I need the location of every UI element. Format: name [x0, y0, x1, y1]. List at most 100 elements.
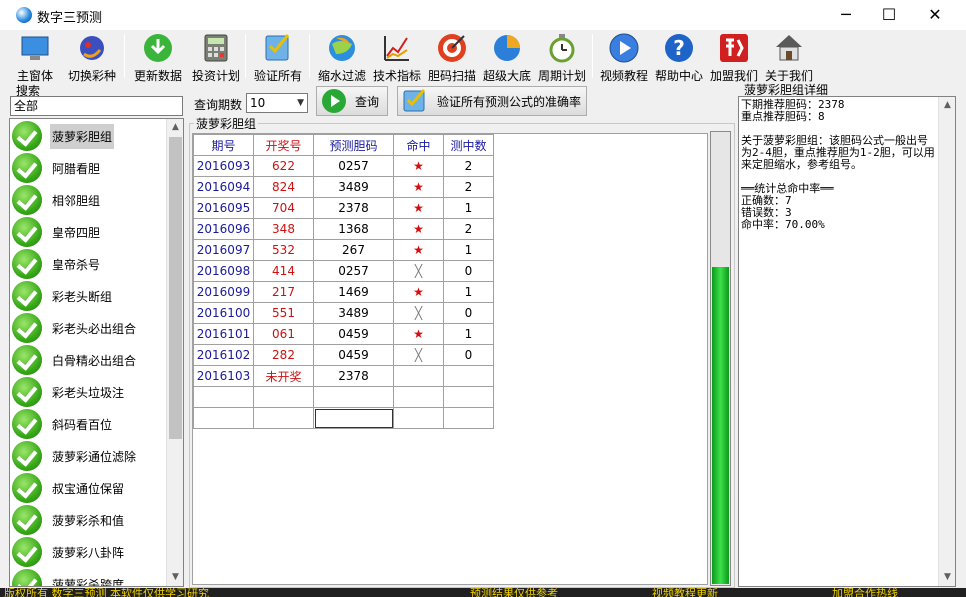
list-item[interactable]: 菠萝彩八卦阵 [12, 537, 126, 567]
toolbar-button-13[interactable]: 关于我们 [763, 32, 815, 83]
detail-panel[interactable]: 下期推荐胆码：2378 重点推荐胆码：8 关于菠萝彩胆组：该胆码公式一般出号为2… [738, 96, 956, 587]
count-cell: 1 [443, 197, 494, 219]
period-select[interactable]: 10 ▼ [246, 93, 308, 113]
column-header[interactable]: 命中 [393, 134, 444, 156]
list-item[interactable]: 皇帝四胆 [12, 217, 102, 247]
count-cell: 0 [443, 344, 494, 366]
toolbar-button-1[interactable]: 切换彩种 [66, 32, 118, 83]
list-item[interactable]: 彩老头必出组合 [12, 313, 138, 343]
close-button[interactable]: ✕ [912, 0, 958, 30]
table-row[interactable]: 2016102 282 0459 ╳ 0 [193, 344, 494, 366]
scroll-up-icon[interactable]: ▲ [167, 119, 183, 136]
checklist-icon [265, 34, 290, 61]
toolbar-label: 验证所有 [253, 69, 302, 83]
toolbar-label: 帮助中心 [654, 69, 703, 83]
toolbar-button-12[interactable]: 加盟我们 [708, 32, 760, 83]
toolbar-button-4[interactable]: 验证所有 [252, 32, 304, 83]
scroll-up-icon[interactable]: ▲ [939, 97, 956, 114]
table-row[interactable]: 2016096 348 1368 ★ 2 [193, 218, 494, 240]
list-item-label: 叔宝通位保留 [52, 481, 125, 496]
toolbar-label: 胆码扫描 [427, 69, 476, 83]
toolbar-button-10[interactable]: 视频教程 [598, 32, 650, 83]
list-item[interactable]: 斜码看百位 [12, 409, 114, 439]
count-cell: 0 [443, 302, 494, 324]
scroll-down-icon[interactable]: ▼ [939, 569, 956, 586]
list-item[interactable]: 阿腊看胆 [12, 153, 102, 183]
status-right2[interactable]: 加盟合作热线 [832, 588, 898, 597]
list-item[interactable]: 菠萝彩通位滤除 [12, 441, 138, 471]
table-row[interactable]: 2016101 061 0459 ★ 1 [193, 323, 494, 345]
period-cell: 2016096 [193, 218, 254, 240]
query-button[interactable]: 查询 [316, 86, 388, 116]
list-item-label: 斜码看百位 [52, 417, 113, 432]
chart-icon [384, 36, 409, 61]
draw-cell: 未开奖 [253, 365, 314, 387]
count-cell: 1 [443, 239, 494, 261]
period-cell: 2016095 [193, 197, 254, 219]
star-icon: ★ [393, 197, 444, 219]
toolbar-button-3[interactable]: 投资计划 [190, 32, 242, 83]
toolbar-button-8[interactable]: 超级大底 [481, 32, 533, 83]
toolbar-separator [592, 34, 593, 78]
table-row[interactable]: 2016103 未开奖 2378 [193, 365, 494, 387]
table-row[interactable]: 2016094 824 3489 ★ 2 [193, 176, 494, 198]
list-item[interactable]: 彩老头垃圾注 [12, 377, 126, 407]
maximize-button[interactable]: ☐ [866, 0, 912, 30]
list-item[interactable]: 叔宝通位保留 [12, 473, 126, 503]
list-item[interactable]: 皇帝杀号 [12, 249, 102, 279]
toolbar-button-7[interactable]: 胆码扫描 [426, 32, 478, 83]
table-row[interactable]: 2016100 551 3489 ╳ 0 [193, 302, 494, 324]
list-item[interactable]: 白骨精必出组合 [12, 345, 138, 375]
list-item[interactable]: 相邻胆组 [12, 185, 102, 215]
toolbar-button-0[interactable]: 主窗体 [14, 32, 56, 83]
period-cell: 2016103 [193, 365, 254, 387]
list-item-label: 彩老头垃圾注 [52, 385, 125, 400]
pie-icon [494, 35, 520, 61]
scroll-thumb[interactable] [169, 137, 182, 439]
toolbar-separator [309, 34, 310, 78]
toolbar-button-2[interactable]: 更新数据 [132, 32, 184, 83]
toolbar-separator [245, 34, 246, 78]
app-globe-icon [16, 7, 32, 23]
list-item[interactable]: 菠萝彩胆组 [12, 121, 115, 151]
list-item[interactable]: 菠萝彩杀和值 [12, 505, 126, 535]
check-icon [12, 217, 42, 247]
list-item-label: 菠萝彩八卦阵 [52, 545, 125, 560]
chevron-down-icon: ▼ [297, 98, 304, 108]
list-item[interactable]: 菠萝彩杀跨度 [12, 569, 126, 587]
help-icon: ? [665, 34, 693, 62]
scroll-down-icon[interactable]: ▼ [167, 569, 183, 586]
detail-scrollbar[interactable]: ▲ ▼ [938, 97, 955, 586]
toolbar-button-6[interactable]: 技术指标 [371, 32, 423, 83]
empty-row[interactable] [193, 407, 494, 429]
list-item-label: 菠萝彩杀跨度 [52, 577, 125, 587]
column-header[interactable]: 期号 [193, 134, 254, 156]
toolbar-button-11[interactable]: ? 帮助中心 [653, 32, 705, 83]
draw-cell: 704 [253, 197, 314, 219]
verify-all-button[interactable]: 验证所有预测公式的准确率 [397, 86, 587, 116]
status-right1[interactable]: 视频教程更新 [652, 588, 718, 597]
search-input[interactable]: 全部 [10, 96, 183, 116]
empty-row[interactable] [193, 386, 494, 408]
table-row[interactable]: 2016097 532 267 ★ 1 [193, 239, 494, 261]
list-item[interactable]: 彩老头断组 [12, 281, 114, 311]
status-bar: 版权所有 数字三预测 本软件仅供学习研究 预测结果仅供参考 视频教程更新 加盟合… [0, 588, 966, 597]
toolbar-button-5[interactable]: 缩水过滤 [316, 32, 368, 83]
formula-list: 菠萝彩胆组 阿腊看胆 相邻胆组 皇帝四胆 皇帝杀号 彩老头断组 彩老头必出组合 白骨精必出组合… [9, 118, 184, 587]
prediction-cell: 1368 [313, 218, 394, 240]
list-scrollbar[interactable]: ▲ ▼ [166, 119, 183, 586]
toolbar-button-9[interactable]: 周期计划 [536, 32, 588, 83]
minimize-button[interactable]: ─ [823, 0, 869, 30]
table-row[interactable]: 2016095 704 2378 ★ 1 [193, 197, 494, 219]
period-value: 10 [250, 96, 266, 110]
toolbar-separator [124, 34, 125, 78]
table-row[interactable]: 2016099 217 1469 ★ 1 [193, 281, 494, 303]
result-grid[interactable]: 期号 开奖号 预测胆码 命中 测中数 2016093 622 0257 ★ 2 2016094 82… [192, 133, 708, 585]
table-row[interactable]: 2016093 622 0257 ★ 2 [193, 155, 494, 177]
column-header[interactable]: 预测胆码 [313, 134, 394, 156]
column-header[interactable]: 测中数 [443, 134, 494, 156]
prediction-cell: 2378 [313, 365, 394, 387]
column-header[interactable]: 开奖号 [253, 134, 314, 156]
period-cell: 2016094 [193, 176, 254, 198]
table-row[interactable]: 2016098 414 0257 ╳ 0 [193, 260, 494, 282]
